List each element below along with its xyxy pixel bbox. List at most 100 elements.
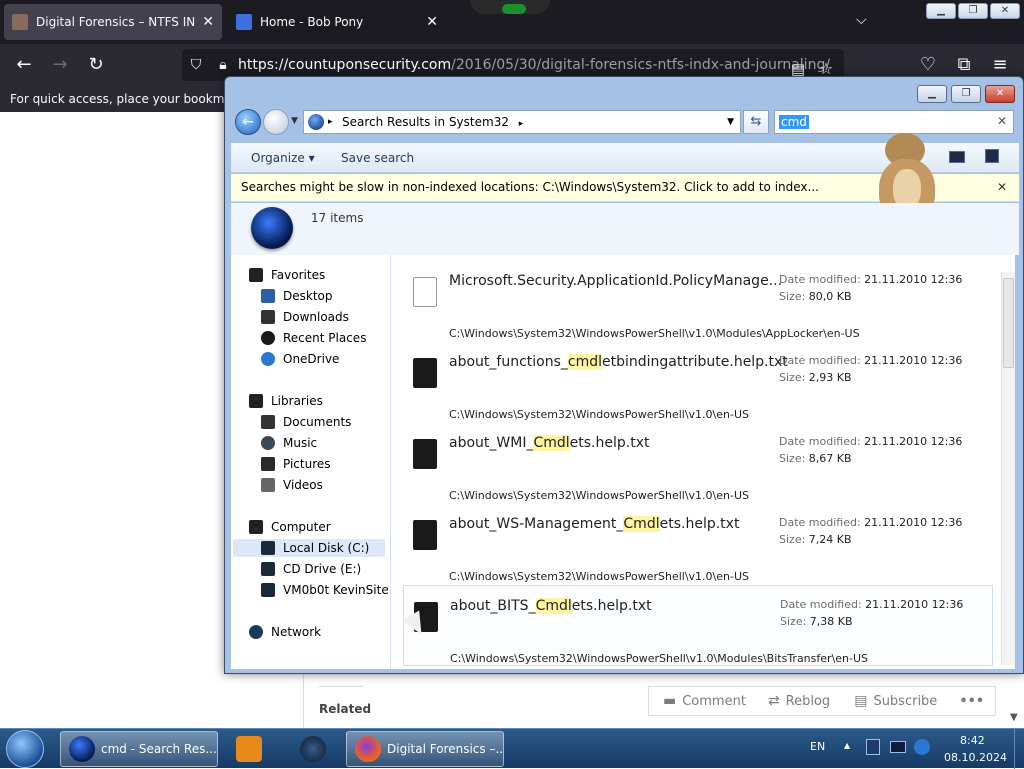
more-button[interactable]: •••	[959, 694, 984, 709]
back-arrow-icon[interactable]: ←	[235, 109, 261, 135]
music-icon	[261, 436, 275, 450]
firefox-tab-strip: Digital Forensics – NTFS INDX a ✕ Home -…	[0, 0, 1024, 44]
downloads-icon	[261, 310, 275, 324]
taskbar: cmd - Search Res... Digital Forensics –.…	[0, 728, 1024, 769]
result-item[interactable]: about_BITS_Cmdlets.help.txt Date modifie…	[403, 585, 993, 666]
result-item[interactable]: Microsoft.Security.ApplicationId.PolicyM…	[403, 261, 993, 342]
reload-icon[interactable]: ↻	[81, 50, 111, 80]
taskbar-explorer-button[interactable]: cmd - Search Res...	[60, 731, 218, 767]
result-item[interactable]: about_functions_cmdletbindingattribute.h…	[403, 342, 993, 423]
nav-libraries[interactable]: Libraries	[249, 392, 323, 410]
date-modified: Date modified: 21.11.2010 12:36	[779, 516, 963, 529]
scroll-down-icon[interactable]: ▼	[1010, 712, 1018, 723]
show-hidden-icons-icon[interactable]: ▲	[844, 741, 850, 750]
breadcrumb-arrow-icon[interactable]: ▸	[519, 119, 524, 129]
nav-network[interactable]: Network	[249, 623, 321, 641]
clear-search-icon[interactable]: ✕	[997, 114, 1007, 128]
reblog-button[interactable]: ⇄ Reblog	[768, 693, 830, 709]
green-badge-icon	[502, 4, 526, 14]
info-bar-text[interactable]: Searches might be slow in non-indexed lo…	[241, 180, 819, 194]
maximize-button[interactable]: ❐	[958, 3, 988, 19]
nav-item-desktop[interactable]: Desktop	[261, 287, 333, 305]
nav-item-documents[interactable]: Documents	[261, 413, 351, 431]
forward-arrow-icon[interactable]	[263, 109, 289, 135]
organize-button[interactable]: Organize ▾	[251, 151, 315, 165]
nav-item-onedrive[interactable]: OneDrive	[261, 350, 339, 368]
nav-item-cd-drive[interactable]: CD Drive (E:)	[261, 560, 361, 578]
nav-item-network-share[interactable]: VM0b0t KevinSite	[261, 581, 389, 599]
close-button[interactable]: ✕	[990, 3, 1020, 19]
subscribe-label: Subscribe	[873, 693, 938, 709]
nav-item-videos[interactable]: Videos	[261, 476, 323, 494]
clock-time[interactable]: 8:42	[960, 734, 985, 747]
nav-item-pictures[interactable]: Pictures	[261, 455, 331, 473]
network-tray-icon[interactable]	[890, 741, 906, 753]
recent-pages-chevron-icon[interactable]: ▼	[291, 116, 298, 126]
file-name[interactable]: Microsoft.Security.ApplicationId.PolicyM…	[449, 273, 782, 289]
close-button[interactable]: ✕	[985, 85, 1015, 103]
computer-icon	[249, 520, 263, 534]
nav-item-local-disk[interactable]: Local Disk (C:)	[233, 539, 385, 557]
maximize-button[interactable]: ❐	[951, 85, 981, 103]
help-icon[interactable]	[985, 149, 999, 163]
list-tabs-chevron-icon[interactable]: ⌵	[856, 12, 867, 28]
close-tab-icon[interactable]: ✕	[202, 14, 214, 30]
taskbar-firefox-button[interactable]: Digital Forensics –...	[346, 731, 504, 767]
clock-date[interactable]: 08.10.2024	[944, 751, 1007, 764]
shield-icon[interactable]: ⛉	[184, 49, 208, 81]
explorer-icon	[69, 736, 95, 762]
language-indicator[interactable]: EN	[810, 740, 825, 753]
file-name[interactable]: about_WMI_Cmdlets.help.txt	[449, 435, 649, 451]
back-arrow-icon[interactable]: ←	[9, 50, 39, 80]
security-shield-icon[interactable]	[866, 739, 880, 755]
url-host: https://countuponsecurity.com	[238, 57, 452, 73]
explorer-window: ▁ ❐ ✕ ← ▼ ▸ Search Results in System32 ▸…	[224, 76, 1024, 674]
divider	[303, 672, 304, 728]
breadcrumb-label[interactable]: Search Results in System32	[342, 115, 509, 129]
close-tab-icon[interactable]: ✕	[426, 14, 438, 30]
nav-favorites[interactable]: Favorites	[249, 266, 325, 284]
address-bar[interactable]: ▸ Search Results in System32 ▸ ▼	[303, 110, 741, 134]
view-options-icon[interactable]	[949, 151, 965, 163]
show-desktop-button[interactable]	[1014, 729, 1024, 769]
file-name[interactable]: about_WS-Management_Cmdlets.help.txt	[449, 516, 739, 532]
refresh-icon[interactable]: ⇆	[743, 110, 769, 134]
breadcrumb-arrow-icon[interactable]: ▸	[328, 111, 333, 133]
search-term[interactable]: cmd	[779, 115, 809, 129]
results-header: 17 items	[231, 203, 1019, 255]
tab-bob-pony[interactable]: Home - Bob Pony ✕	[228, 4, 446, 40]
start-button[interactable]	[6, 730, 44, 768]
text-file-icon	[413, 439, 437, 469]
minimize-button[interactable]: ▁	[917, 85, 947, 103]
volume-icon[interactable]	[914, 739, 930, 755]
media-player-icon	[236, 736, 262, 762]
url-path: /2016/05/30/digital-forensics-ntfs-indx-…	[451, 57, 831, 73]
file-name[interactable]: about_functions_cmdletbindingattribute.h…	[449, 354, 788, 370]
nav-label: Local Disk (C:)	[283, 541, 370, 555]
desktop-icon	[261, 289, 275, 303]
file-name[interactable]: about_BITS_Cmdlets.help.txt	[450, 598, 652, 614]
onedrive-icon	[261, 352, 275, 366]
nav-item-recent-places[interactable]: Recent Places	[261, 329, 366, 347]
nav-label: VM0b0t KevinSite	[283, 583, 389, 597]
reblog-label: Reblog	[785, 693, 831, 709]
save-search-button[interactable]: Save search	[341, 151, 414, 165]
forward-arrow-icon[interactable]: →	[45, 50, 75, 80]
network-drive-icon	[261, 583, 275, 597]
scrollbar-thumb[interactable]	[1003, 278, 1014, 368]
nav-item-downloads[interactable]: Downloads	[261, 308, 349, 326]
result-item[interactable]: about_WS-Management_Cmdlets.help.txt Dat…	[403, 504, 993, 585]
taskbar-media-player-button[interactable]	[222, 731, 274, 767]
nav-computer[interactable]: Computer	[249, 518, 331, 536]
results-scrollbar[interactable]	[1001, 272, 1015, 665]
result-item[interactable]: about_WMI_Cmdlets.help.txt Date modified…	[403, 423, 993, 504]
nav-item-music[interactable]: Music	[261, 434, 317, 452]
tab-digital-forensics[interactable]: Digital Forensics – NTFS INDX a ✕	[4, 4, 222, 40]
nav-label: Videos	[283, 478, 323, 492]
subscribe-button[interactable]: ▤ Subscribe	[854, 693, 937, 709]
close-info-icon[interactable]: ✕	[997, 174, 1007, 200]
address-dropdown-icon[interactable]: ▼	[727, 111, 734, 133]
comment-button[interactable]: ▬ Comment	[663, 693, 746, 709]
minimize-button[interactable]: ▁	[926, 3, 956, 19]
taskbar-app-button[interactable]	[290, 731, 342, 767]
